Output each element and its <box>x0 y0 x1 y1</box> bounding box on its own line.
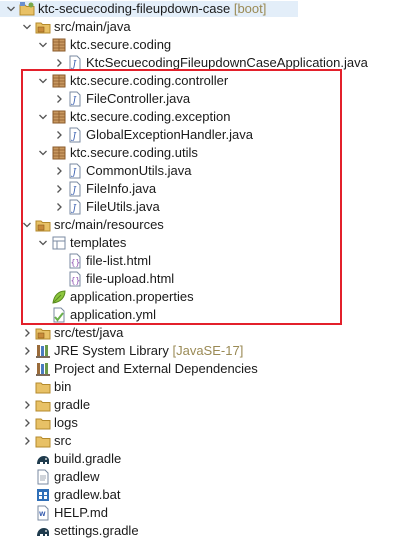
tree-item[interactable]: JRE System Library [JavaSE-17] <box>0 342 415 360</box>
folder-icon <box>35 379 51 395</box>
tree-item[interactable]: src/test/java <box>0 324 415 342</box>
chevron-right-icon[interactable] <box>22 362 32 376</box>
chevron-right-icon[interactable] <box>22 416 32 430</box>
tree-item-label: logs <box>54 415 78 430</box>
gradle-elephant-icon <box>35 451 51 467</box>
tree-item-label: ktc-secuecoding-fileupdown-case [boot] <box>38 1 267 16</box>
tree-item[interactable]: W HELP.md <box>0 504 415 522</box>
tree-item-label: bin <box>54 379 72 394</box>
tree-item-label: src <box>54 433 72 448</box>
package-icon <box>51 37 67 53</box>
tree-item[interactable]: bin <box>0 378 415 396</box>
tree-item[interactable]: src <box>0 432 415 450</box>
folder-icon <box>35 415 51 431</box>
tree-item-label: src/test/java <box>54 325 124 340</box>
tree-item[interactable]: gradlew.bat <box>0 486 415 504</box>
tree-item[interactable]: gradle <box>0 396 415 414</box>
bat-file-icon <box>35 487 51 503</box>
svg-text:W: W <box>39 511 46 518</box>
tree-item-label: gradlew <box>54 469 100 484</box>
tree-item-label: build.gradle <box>54 451 122 466</box>
library-icon <box>35 361 51 377</box>
chevron-right-icon[interactable] <box>22 398 32 412</box>
tree-item[interactable]: src/main/java <box>0 18 415 36</box>
tree-item[interactable]: logs <box>0 414 415 432</box>
chevron-right-icon[interactable] <box>22 344 32 358</box>
project-explorer-tree: settings.gradle W HELP.md gradlew.bat gradle… <box>0 0 415 541</box>
chevron-down-icon[interactable] <box>38 38 48 52</box>
tree-item[interactable]: ktc.secure.coding <box>0 36 415 54</box>
folder-icon <box>35 433 51 449</box>
project-folder-icon <box>19 1 35 17</box>
tree-item[interactable]: gradlew <box>0 468 415 486</box>
library-icon <box>35 343 51 359</box>
tree-item-label: src/main/java <box>54 19 131 34</box>
chevron-right-icon[interactable] <box>22 326 32 340</box>
tree-item-label: Project and External Dependencies <box>54 361 258 376</box>
tree-item-label: ktc.secure.coding <box>70 37 172 52</box>
tree-item-label: gradle <box>54 397 91 412</box>
source-folder-icon <box>35 19 51 35</box>
text-file-icon <box>35 469 51 485</box>
tree-item-decoration: [JavaSE-17] <box>168 343 244 358</box>
highlight-box <box>21 69 342 325</box>
tree-item-label: HELP.md <box>54 505 108 520</box>
chevron-right-icon[interactable] <box>54 56 64 70</box>
chevron-down-icon[interactable] <box>22 20 32 34</box>
tree-item-label: JRE System Library [JavaSE-17] <box>54 343 244 358</box>
chevron-down-icon[interactable] <box>6 2 16 16</box>
chevron-right-icon[interactable] <box>22 434 32 448</box>
source-folder-icon <box>35 325 51 341</box>
tree-item-label: settings.gradle <box>54 523 139 538</box>
tree-item[interactable]: build.gradle <box>0 450 415 468</box>
markdown-file-icon: W <box>35 505 51 521</box>
tree-item[interactable]: Project and External Dependencies <box>0 360 415 378</box>
folder-icon <box>35 397 51 413</box>
gradle-elephant-icon <box>35 523 51 539</box>
tree-item-decoration: [boot] <box>230 1 267 16</box>
tree-item[interactable]: settings.gradle <box>0 522 415 540</box>
tree-item-label: gradlew.bat <box>54 487 121 502</box>
tree-item[interactable]: ktc-secuecoding-fileupdown-case [boot] <box>0 0 415 18</box>
